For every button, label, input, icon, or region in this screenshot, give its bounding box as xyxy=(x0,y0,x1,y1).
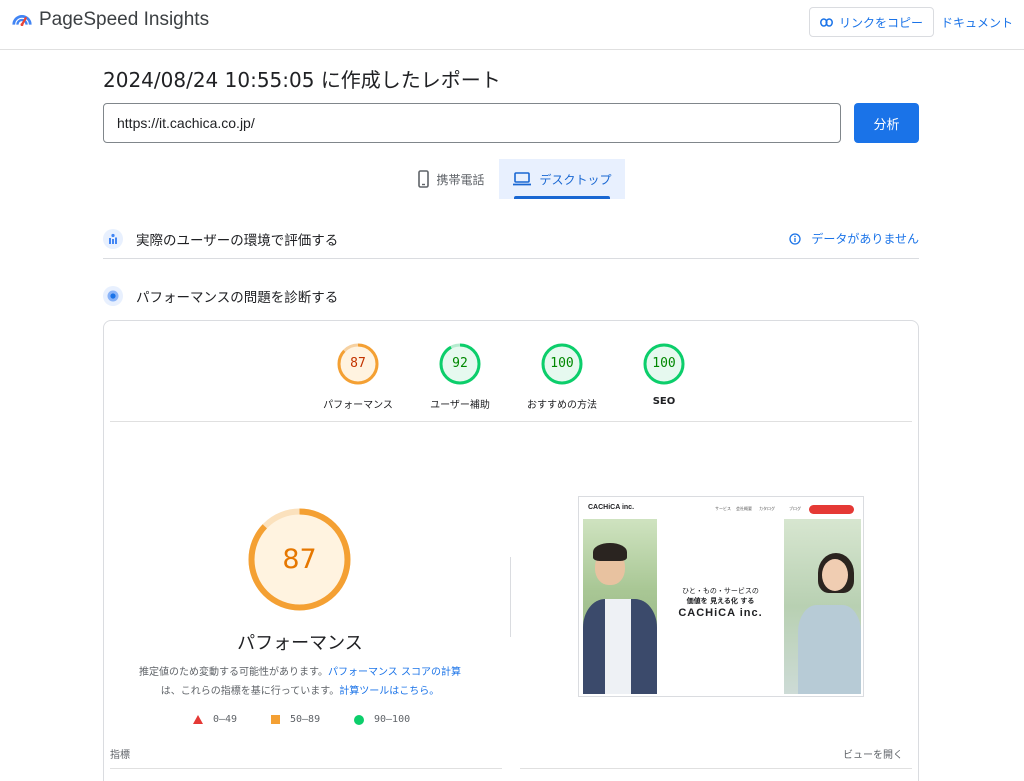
legend-pass: 90–100 xyxy=(354,714,410,725)
docs-link[interactable]: ドキュメント xyxy=(941,14,1013,31)
laptop-icon xyxy=(513,172,532,186)
top-bar: PageSpeed Insights リンクをコピー ドキュメント xyxy=(0,0,1024,50)
thumbnail-photo-woman xyxy=(784,519,861,694)
metrics-divider-left xyxy=(110,768,502,769)
score-calc-link[interactable]: パフォーマンス スコアの計算 xyxy=(328,667,461,678)
metrics-label: 指標 xyxy=(110,750,130,761)
gauge-label-seo: SEO xyxy=(652,396,676,407)
performance-note: 推定値のため変動する可能性があります。パフォーマンス スコアの計算 は、これらの… xyxy=(130,663,470,701)
info-icon xyxy=(789,232,801,245)
report-title: 2024/08/24 10:55:05 に作成したレポート xyxy=(103,68,501,92)
thumbnail-cta-button xyxy=(809,505,854,514)
link-icon xyxy=(820,17,833,27)
copy-link-button[interactable]: リンクをコピー xyxy=(809,7,934,37)
tab-desktop-label: デスクトップ xyxy=(539,172,612,187)
note-text-1: 推定値のため変動する可能性があります。 xyxy=(139,667,328,678)
no-data-label: データがありません xyxy=(811,232,919,246)
diagnose-icon xyxy=(103,286,123,306)
card-divider xyxy=(110,421,912,422)
thumbnail-logo: CACHiCA inc. xyxy=(588,504,635,511)
diagnose-section: パフォーマンスの問題を診断する xyxy=(103,283,919,309)
field-data-icon xyxy=(103,228,123,249)
performance-title: パフォーマンス xyxy=(237,633,363,654)
legend-average-label: 50–89 xyxy=(290,714,321,725)
legend-pass-label: 90–100 xyxy=(374,714,411,725)
vertical-divider xyxy=(510,557,511,637)
thumbnail-tagline-2: 価値を 見える化 する xyxy=(686,597,755,605)
performance-big-score: 87 xyxy=(282,544,317,575)
smartphone-icon xyxy=(418,170,430,188)
legend-fail: 0–49 xyxy=(193,714,237,725)
gauge-value-seo: 100 xyxy=(652,356,676,371)
tab-mobile-label: 携帯電話 xyxy=(436,172,485,187)
thumbnail-nav-item: ブログ xyxy=(789,506,801,511)
thumbnail-nav-item: 会社概要 xyxy=(736,506,752,511)
thumbnail-tagline-1: ひと・もの・サービスの xyxy=(682,587,759,595)
thumbnail-nav: CACHiCA inc. サービス 会社概要 カタログ ブログ xyxy=(579,497,863,519)
legend-fail-label: 0–49 xyxy=(213,714,238,725)
field-data-section: 実際のユーザーの環境で評価する データがありません xyxy=(103,219,919,259)
brand[interactable]: PageSpeed Insights xyxy=(11,9,209,31)
gauge-value-performance: 87 xyxy=(350,356,366,371)
note-text-2: は、これらの指標を基に行っています。 xyxy=(160,686,340,697)
calculator-link[interactable]: 計算ツールはこちら。 xyxy=(339,686,439,697)
tab-desktop[interactable]: デスクトップ xyxy=(499,159,625,199)
tab-mobile[interactable]: 携帯電話 xyxy=(404,159,499,199)
thumbnail-nav-item: カタログ xyxy=(759,506,775,511)
page-screenshot-thumbnail: CACHiCA inc. サービス 会社概要 カタログ ブログ ひと・もの・サー… xyxy=(578,496,864,697)
field-data-title: 実際のユーザーの環境で評価する xyxy=(136,232,339,249)
legend-average: 50–89 xyxy=(271,714,320,725)
square-average-icon xyxy=(271,715,280,724)
gauge-value-best-practices: 100 xyxy=(550,356,574,371)
thumbnail-photo-man xyxy=(583,519,657,694)
url-input[interactable]: https://it.cachica.co.jp/ xyxy=(103,103,841,143)
gauge-value-accessibility: 92 xyxy=(452,356,468,371)
circle-pass-icon xyxy=(354,714,364,725)
thumbnail-tagline-3: CACHiCA inc. xyxy=(678,607,763,619)
app-name: PageSpeed Insights xyxy=(39,9,210,30)
view-toggle-button[interactable]: ビューを開く xyxy=(843,746,903,761)
score-gauge-seo[interactable]: 100 SEO xyxy=(604,342,724,407)
tab-selected-indicator xyxy=(514,196,610,199)
metrics-divider-right xyxy=(520,768,912,769)
triangle-fail-icon xyxy=(193,715,203,724)
analyze-button[interactable]: 分析 xyxy=(854,103,919,143)
copy-link-label: リンクをコピー xyxy=(838,15,923,30)
pagespeed-logo-icon xyxy=(12,15,32,27)
diagnose-title: パフォーマンスの問題を診断する xyxy=(136,290,339,306)
no-data-link[interactable]: データがありません xyxy=(789,230,919,247)
thumbnail-nav-item: サービス xyxy=(715,506,731,511)
